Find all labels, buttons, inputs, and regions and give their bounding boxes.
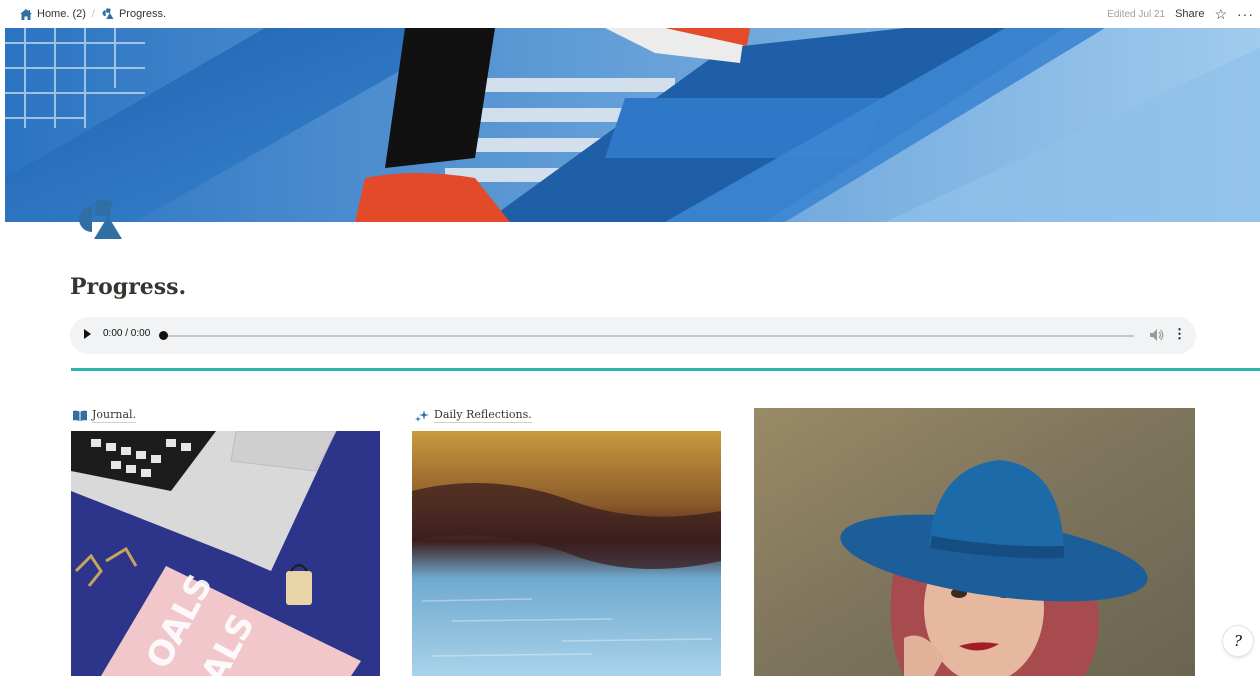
link-label: Daily Reflections. xyxy=(434,408,532,423)
breadcrumb-label: Home. (2) xyxy=(37,8,86,20)
top-bar: Home. (2) / Progress. Edited Jul 21 Shar… xyxy=(0,0,1260,28)
shapes-icon xyxy=(102,8,114,19)
portrait-image[interactable] xyxy=(754,408,1195,676)
link-journal[interactable]: Journal. xyxy=(73,408,137,423)
sparkles-icon xyxy=(415,409,429,422)
star-icon[interactable]: ☆ xyxy=(1214,6,1227,23)
topbar-actions: Edited Jul 21 Share ☆ ··· xyxy=(1107,6,1254,23)
cover-image xyxy=(5,28,1260,222)
daily-reflections-image[interactable] xyxy=(412,431,721,676)
audio-player: 0:00 / 0:00 ⋮ xyxy=(70,317,1196,354)
breadcrumb-home[interactable]: Home. (2) xyxy=(16,8,90,20)
play-icon[interactable] xyxy=(84,329,91,339)
breadcrumb-progress[interactable]: Progress. xyxy=(97,8,170,20)
volume-icon[interactable] xyxy=(1149,328,1165,342)
audio-seek-bar[interactable] xyxy=(164,335,1134,337)
breadcrumb-label: Progress. xyxy=(118,8,167,20)
shapes-icon[interactable] xyxy=(74,198,124,240)
link-label: Journal. xyxy=(92,408,137,423)
more-icon[interactable]: ··· xyxy=(1237,6,1254,22)
open-book-icon xyxy=(73,410,87,421)
audio-options-icon[interactable]: ⋮ xyxy=(1173,327,1186,340)
share-button[interactable]: Share xyxy=(1175,8,1204,20)
house-icon xyxy=(20,8,32,20)
journal-image[interactable]: OALS ALS xyxy=(71,431,380,676)
help-label: ? xyxy=(1233,632,1243,650)
audio-time: 0:00 / 0:00 xyxy=(103,328,151,339)
divider xyxy=(71,368,1260,371)
page-title[interactable]: Progress. xyxy=(70,274,186,300)
audio-seek-handle[interactable] xyxy=(159,331,168,340)
help-button[interactable]: ? xyxy=(1223,626,1253,656)
edited-timestamp: Edited Jul 21 xyxy=(1107,8,1166,20)
breadcrumb-separator: / xyxy=(91,8,95,20)
link-daily-reflections[interactable]: Daily Reflections. xyxy=(415,408,532,423)
